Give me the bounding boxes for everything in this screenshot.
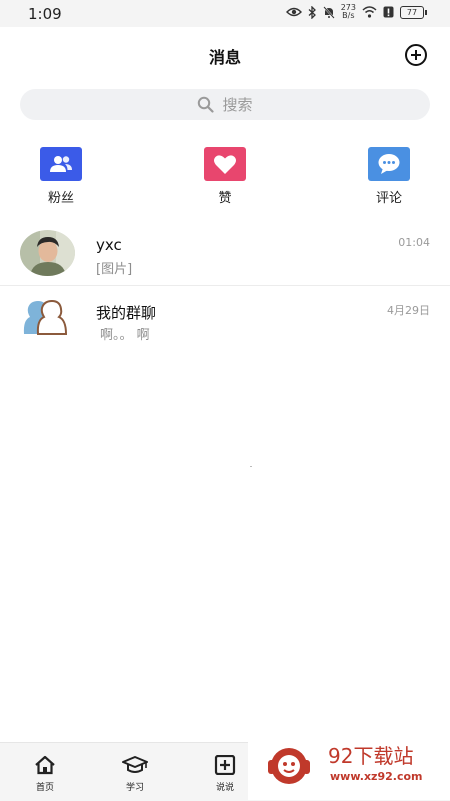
page-title: 消息 <box>208 48 241 67</box>
nav-item-post[interactable]: 说说 <box>195 754 255 793</box>
status-bar: 1:09 273 B/s 77 <box>0 0 450 27</box>
entry-label: 赞 <box>218 191 232 206</box>
search-icon <box>198 96 215 113</box>
header: 消息 <box>0 27 450 82</box>
status-time: 1:09 <box>28 5 62 23</box>
nav-label: 说说 <box>215 783 234 793</box>
status-icons: 273 B/s 77 <box>285 3 427 20</box>
graduation-cap-icon <box>122 756 148 773</box>
watermark-title: 92下载站 <box>328 744 414 768</box>
conversation-name: 我的群聊 <box>96 304 157 322</box>
mute-bell-icon <box>322 5 335 19</box>
add-circle-button[interactable] <box>404 43 428 67</box>
people-icon <box>50 156 72 172</box>
battery-icon: 77 <box>400 5 427 19</box>
home-icon <box>35 755 55 775</box>
bluetooth-icon <box>308 5 316 19</box>
avatar <box>20 296 75 342</box>
comments-tile <box>368 147 410 181</box>
watermark-logo-icon <box>268 748 310 784</box>
conversation-preview: [图片] <box>96 262 133 277</box>
plus-square-icon <box>214 754 236 776</box>
nav-item-home[interactable]: 首页 <box>15 755 75 793</box>
entry-label: 评论 <box>375 191 402 206</box>
conversation-preview: 啊。。 啊 <box>100 328 150 343</box>
nav-label: 学习 <box>125 783 144 793</box>
avatar <box>20 230 75 276</box>
watermark: 92下载站 www.xz92.com <box>248 724 450 800</box>
conversation-item-yxc[interactable]: yxc [图片] 01:04 <box>0 230 450 292</box>
entry-likes[interactable]: 赞 <box>190 147 260 206</box>
decorative-dot <box>250 466 252 467</box>
search-placeholder: 搜索 <box>222 96 253 114</box>
watermark-url: www.xz92.com <box>330 770 423 783</box>
comment-icon <box>378 154 400 174</box>
conversation-name: yxc <box>96 236 122 254</box>
entry-comments[interactable]: 评论 <box>354 147 424 206</box>
nav-item-study[interactable]: 学习 <box>105 755 165 793</box>
user-photo-icon <box>20 230 75 276</box>
wifi-icon <box>362 6 377 18</box>
entry-label: 粉丝 <box>47 191 74 206</box>
heart-icon <box>214 154 236 174</box>
conversation-item-group[interactable]: 我的群聊 啊。。 啊 4月29日 <box>0 296 450 358</box>
group-icon <box>23 299 68 335</box>
network-speed: 273 B/s <box>340 3 356 20</box>
likes-tile <box>204 147 246 181</box>
eye-icon <box>285 7 302 17</box>
list-divider <box>0 285 450 286</box>
fans-tile <box>40 147 82 181</box>
conversation-time: 01:04 <box>398 236 430 249</box>
conversation-time: 4月29日 <box>387 304 430 317</box>
alert-icon <box>383 6 394 18</box>
entry-fans[interactable]: 粉丝 <box>26 147 96 206</box>
search-input[interactable]: 搜索 <box>20 89 430 120</box>
nav-label: 首页 <box>35 783 54 793</box>
